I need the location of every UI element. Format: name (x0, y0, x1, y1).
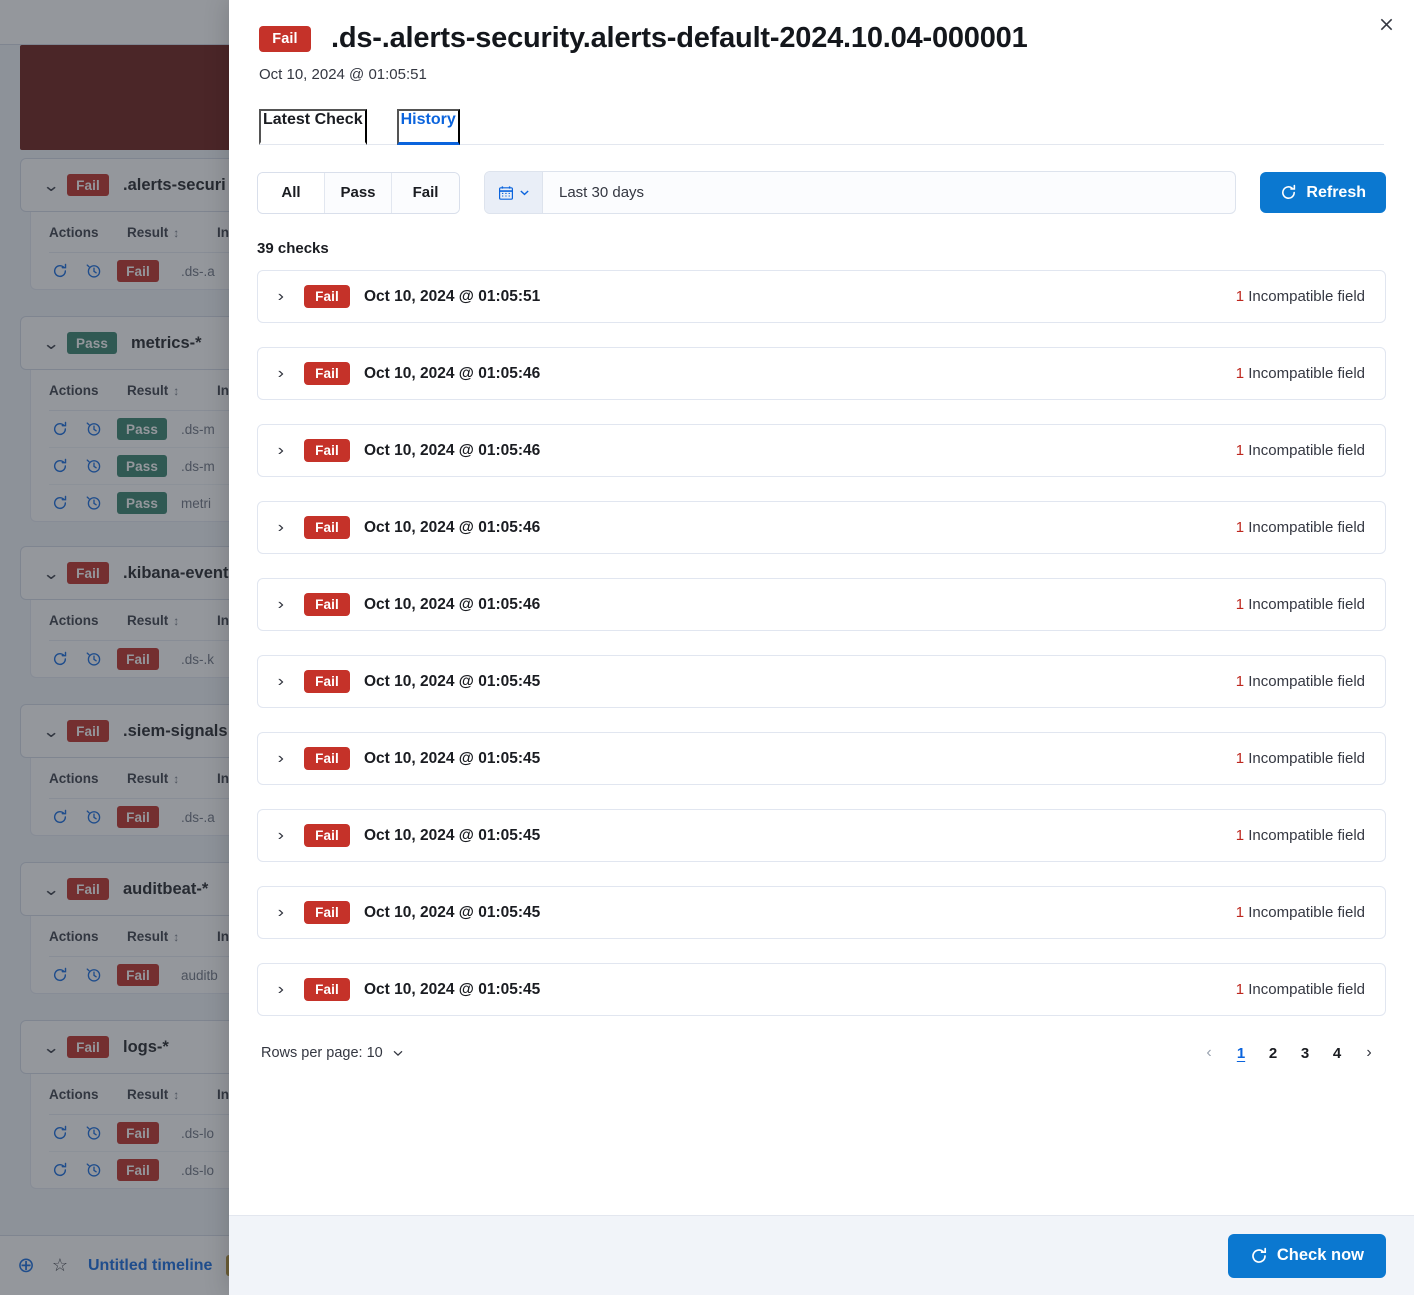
check-status-badge: Fail (304, 824, 350, 847)
check-timestamp: Oct 10, 2024 @ 01:05:45 (364, 904, 540, 922)
status-badge: Fail (259, 26, 311, 52)
incompatible-field-count: 1 Incompatible field (1236, 442, 1365, 459)
checks-count: 39 checks (257, 240, 1386, 257)
refresh-button[interactable]: Refresh (1260, 172, 1386, 213)
check-history-row[interactable]: ›Fail Oct 10, 2024 @ 01:05:45 1 Incompatib… (257, 963, 1386, 1016)
chevron-right-icon[interactable]: › (278, 750, 307, 768)
check-timestamp: Oct 10, 2024 @ 01:05:45 (364, 750, 540, 768)
check-timestamp: Oct 10, 2024 @ 01:05:45 (364, 981, 540, 999)
screen: ⌄Fail.alerts-securiActionsResultIndexFai… (0, 0, 1414, 1295)
check-history-list: ›FailOct 10, 2024 @ 01:05:511 Incompatib… (257, 270, 1386, 1016)
check-timestamp: Oct 10, 2024 @ 01:05:46 (364, 596, 540, 614)
incompatible-field-count: 1 Incompatible field (1236, 288, 1365, 305)
flyout-subtitle: Oct 10, 2024 @ 01:05:51 (259, 66, 1384, 83)
check-history-row[interactable]: ›Fail Oct 10, 2024 @ 01:05:45 1 Incompatib… (257, 655, 1386, 708)
check-status-badge: Fail (304, 670, 350, 693)
chevron-right-icon[interactable]: › (278, 827, 307, 845)
chevron-down-icon (392, 1047, 404, 1059)
check-timestamp: Oct 10, 2024 @ 01:05:51 (364, 288, 540, 306)
tab-latest-check[interactable]: Latest Check (259, 109, 367, 145)
chevron-right-icon[interactable]: › (278, 981, 307, 999)
check-now-button[interactable]: Check now (1228, 1234, 1386, 1278)
chevron-right-icon[interactable]: › (278, 904, 307, 922)
incompatible-field-count: 1 Incompatible field (1236, 904, 1365, 921)
check-history-row[interactable]: ›Fail Oct 10, 2024 @ 01:05:46 1 Incompatib… (257, 578, 1386, 631)
date-range-picker[interactable]: Last 30 days (484, 171, 1236, 214)
chevron-right-icon[interactable]: › (278, 673, 307, 691)
check-history-row[interactable]: ›Fail Oct 10, 2024 @ 01:05:45 1 Incompatib… (257, 809, 1386, 862)
page-button-2[interactable]: 2 (1260, 1040, 1286, 1066)
close-icon[interactable] (1366, 4, 1406, 44)
filter-all-button[interactable]: All (258, 173, 325, 213)
result-filter-group: All Pass Fail (257, 172, 460, 214)
incompatible-field-count: 1 Incompatible field (1236, 750, 1365, 767)
page-title: .ds-.alerts-security.alerts-default-2024… (331, 22, 1028, 55)
chevron-right-icon[interactable]: › (278, 519, 307, 537)
chevron-left-icon[interactable]: ‹ (1196, 1040, 1222, 1066)
filter-pass-button[interactable]: Pass (325, 173, 392, 213)
incompatible-field-count: 1 Incompatible field (1236, 519, 1365, 536)
flyout-title-row: Fail .ds-.alerts-security.alerts-default… (259, 22, 1384, 55)
check-status-badge: Fail (304, 362, 350, 385)
chevron-down-icon (519, 187, 530, 198)
history-controls: All Pass Fail (257, 171, 1386, 214)
check-history-flyout: Fail .ds-.alerts-security.alerts-default… (229, 0, 1414, 1295)
check-status-badge: Fail (304, 439, 350, 462)
check-timestamp: Oct 10, 2024 @ 01:05:45 (364, 827, 540, 845)
chevron-right-icon[interactable]: › (278, 288, 307, 306)
incompatible-field-count: 1 Incompatible field (1236, 673, 1365, 690)
check-history-row[interactable]: ›Fail Oct 10, 2024 @ 01:05:46 1 Incompatib… (257, 501, 1386, 554)
refresh-icon (1280, 184, 1297, 201)
chevron-right-icon[interactable]: › (278, 442, 307, 460)
filter-fail-button[interactable]: Fail (392, 173, 459, 213)
check-status-badge: Fail (304, 747, 350, 770)
check-history-row[interactable]: ›Fail Oct 10, 2024 @ 01:05:46 1 Incompatib… (257, 424, 1386, 477)
flyout-footer: Check now (229, 1215, 1414, 1295)
check-now-label: Check now (1277, 1246, 1364, 1265)
check-status-badge: Fail (304, 593, 350, 616)
flyout-header: Fail .ds-.alerts-security.alerts-default… (229, 0, 1414, 145)
page-button-1[interactable]: 1 (1228, 1040, 1254, 1066)
check-status-badge: Fail (304, 978, 350, 1001)
date-quick-select-button[interactable] (485, 172, 543, 213)
check-timestamp: Oct 10, 2024 @ 01:05:45 (364, 673, 540, 691)
check-status-badge: Fail (304, 516, 350, 539)
pagination-bar: Rows per page: 10 ‹ 1234 › (257, 1040, 1386, 1066)
check-timestamp: Oct 10, 2024 @ 01:05:46 (364, 519, 540, 537)
rows-per-page-label: Rows per page: 10 (261, 1045, 383, 1061)
chevron-right-icon[interactable]: › (278, 596, 307, 614)
check-history-row[interactable]: ›Fail Oct 10, 2024 @ 01:05:51 1 Incompatib… (257, 270, 1386, 323)
incompatible-field-count: 1 Incompatible field (1236, 981, 1365, 998)
incompatible-field-count: 1 Incompatible field (1236, 596, 1365, 613)
check-history-row[interactable]: ›Fail Oct 10, 2024 @ 01:05:46 1 Incompatib… (257, 347, 1386, 400)
tab-history[interactable]: History (397, 109, 460, 145)
check-timestamp: Oct 10, 2024 @ 01:05:46 (364, 365, 540, 383)
calendar-icon (498, 185, 514, 201)
refresh-label: Refresh (1306, 184, 1366, 202)
check-status-badge: Fail (304, 285, 350, 308)
check-timestamp: Oct 10, 2024 @ 01:05:46 (364, 442, 540, 460)
rows-per-page-selector[interactable]: Rows per page: 10 (261, 1045, 404, 1061)
chevron-right-icon[interactable]: › (1356, 1040, 1382, 1066)
incompatible-field-count: 1 Incompatible field (1236, 365, 1365, 382)
page-button-3[interactable]: 3 (1292, 1040, 1318, 1066)
date-range-value[interactable]: Last 30 days (543, 184, 644, 201)
check-status-badge: Fail (304, 901, 350, 924)
flyout-body: All Pass Fail (229, 145, 1414, 1215)
check-history-row[interactable]: ›Fail Oct 10, 2024 @ 01:05:45 1 Incompatib… (257, 886, 1386, 939)
page-numbers: ‹ 1234 › (1196, 1040, 1382, 1066)
refresh-icon (1250, 1247, 1268, 1265)
chevron-right-icon[interactable]: › (278, 365, 307, 383)
check-history-row[interactable]: ›Fail Oct 10, 2024 @ 01:05:45 1 Incompatib… (257, 732, 1386, 785)
flyout-tabs: Latest Check History (259, 109, 1384, 145)
page-button-4[interactable]: 4 (1324, 1040, 1350, 1066)
incompatible-field-count: 1 Incompatible field (1236, 827, 1365, 844)
